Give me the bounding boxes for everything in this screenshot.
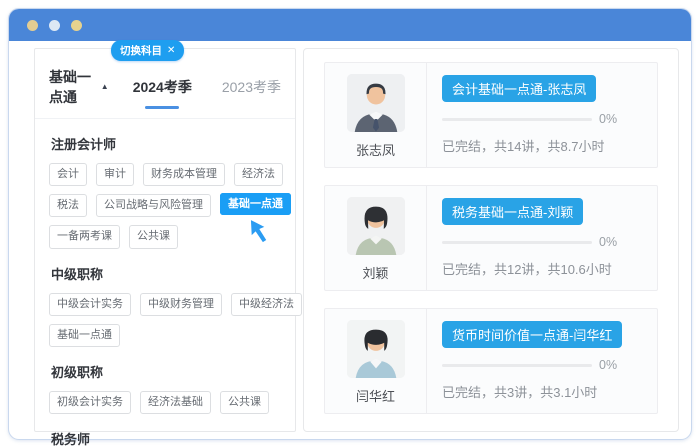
instructor-cell: 刘颖 xyxy=(325,186,427,290)
section-intermediate: 中级职称 中级会计实务 中级财务管理 中级经济法 基础一点通 xyxy=(35,264,295,347)
progress-percent: 0% xyxy=(599,358,617,372)
instructor-photo-male-suit-icon[interactable] xyxy=(347,74,405,132)
course-info: 货币时间价值一点通-闫华红 0% 已完结，共3讲，共3.1小时 xyxy=(427,309,657,413)
course-title-pill[interactable]: 货币时间价值一点通-闫华红 xyxy=(442,321,622,348)
course-title-pill[interactable]: 会计基础一点通-张志凤 xyxy=(442,75,596,102)
subject-tag[interactable]: 公共课 xyxy=(129,225,178,248)
window-titlebar xyxy=(9,9,691,41)
progress-bar xyxy=(442,241,592,244)
progress-percent: 0% xyxy=(599,112,617,126)
section-cpa: 注册会计师 会计 审计 财务成本管理 经济法 税法 公司战略与风险管理 基础一点… xyxy=(35,134,295,249)
instructor-photo-female-blue-icon[interactable] xyxy=(347,320,405,378)
course-info: 会计基础一点通-张志凤 0% 已完结，共14讲，共8.7小时 xyxy=(427,63,657,167)
subject-tag[interactable]: 一备两考课 xyxy=(49,225,120,248)
course-progress: 0% xyxy=(442,235,641,249)
tab-2024-season[interactable]: 2024考季 xyxy=(133,77,192,97)
tab-2023-season[interactable]: 2023考季 xyxy=(222,77,281,97)
chevron-up-icon: ▲ xyxy=(101,83,109,91)
browser-window: 切换科目 ✕ 基础一点通 ▲ 2024考季 2023考季 注册会计师 会计 审计… xyxy=(8,8,692,440)
subject-tag[interactable]: 基础一点通 xyxy=(49,324,120,347)
instructor-name: 张志凤 xyxy=(356,140,395,159)
switch-subject-badge[interactable]: 切换科目 ✕ xyxy=(111,40,184,61)
instructor-name: 刘颖 xyxy=(362,263,388,282)
switch-subject-label: 切换科目 xyxy=(120,43,162,58)
progress-bar xyxy=(442,118,592,121)
section-title: 注册会计师 xyxy=(51,134,281,153)
subject-filter-panel: 切换科目 ✕ 基础一点通 ▲ 2024考季 2023考季 注册会计师 会计 审计… xyxy=(34,48,296,432)
instructor-name: 闫华红 xyxy=(356,386,395,405)
progress-percent: 0% xyxy=(599,235,617,249)
course-row[interactable]: 刘颖 税务基础一点通-刘颖 0% 已完结，共12讲，共10.6小时 xyxy=(324,185,658,291)
subject-tag[interactable]: 财务成本管理 xyxy=(143,163,225,186)
subject-tag[interactable]: 中级会计实务 xyxy=(49,293,131,316)
section-title: 初级职称 xyxy=(51,362,281,381)
subject-tag-active[interactable]: 基础一点通 xyxy=(220,193,291,215)
course-list-panel: 张志凤 会计基础一点通-张志凤 0% 已完结，共14讲，共8.7小时 xyxy=(303,48,679,432)
section-tax-agent: 税务师 公共课 xyxy=(35,429,295,448)
section-junior: 初级职称 初级会计实务 经济法基础 公共课 xyxy=(35,362,295,414)
filter-panel-header: 切换科目 ✕ 基础一点通 ▲ 2024考季 2023考季 xyxy=(35,49,295,119)
course-title-pill[interactable]: 税务基础一点通-刘颖 xyxy=(442,198,583,225)
section-title: 税务师 xyxy=(51,429,281,448)
window-control-dot-2[interactable] xyxy=(49,20,60,31)
subject-tag[interactable]: 公共课 xyxy=(220,391,269,414)
subject-tag[interactable]: 中级财务管理 xyxy=(140,293,222,316)
screen: 切换科目 ✕ 基础一点通 ▲ 2024考季 2023考季 注册会计师 会计 审计… xyxy=(0,0,700,448)
instructor-cell: 张志凤 xyxy=(325,63,427,167)
window-control-dot-3[interactable] xyxy=(71,20,82,31)
subject-tag[interactable]: 公司战略与风险管理 xyxy=(96,194,211,217)
course-progress: 0% xyxy=(442,112,641,126)
course-info: 税务基础一点通-刘颖 0% 已完结，共12讲，共10.6小时 xyxy=(427,186,657,290)
instructor-cell: 闫华红 xyxy=(325,309,427,413)
course-meta: 已完结，共14讲，共8.7小时 xyxy=(442,136,641,155)
section-title: 中级职称 xyxy=(51,264,281,283)
subject-tag[interactable]: 初级会计实务 xyxy=(49,391,131,414)
cursor-arrow-icon xyxy=(246,218,270,249)
subject-tag[interactable]: 中级经济法 xyxy=(231,293,302,316)
progress-bar xyxy=(442,364,592,367)
course-progress: 0% xyxy=(442,358,641,372)
window-control-dot-1[interactable] xyxy=(27,20,38,31)
instructor-photo-female-green-icon[interactable] xyxy=(347,197,405,255)
course-row[interactable]: 张志凤 会计基础一点通-张志凤 0% 已完结，共14讲，共8.7小时 xyxy=(324,62,658,168)
course-meta: 已完结，共12讲，共10.6小时 xyxy=(442,259,641,278)
subject-tag[interactable]: 税法 xyxy=(49,194,87,217)
course-row[interactable]: 闫华红 货币时间价值一点通-闫华红 0% 已完结，共3讲，共3.1小时 xyxy=(324,308,658,414)
course-meta: 已完结，共3讲，共3.1小时 xyxy=(442,382,641,401)
badge-close-icon[interactable]: ✕ xyxy=(167,45,175,56)
subject-tag[interactable]: 会计 xyxy=(49,163,87,186)
selector-label: 基础一点通 xyxy=(49,67,97,107)
course-type-selector[interactable]: 基础一点通 ▲ xyxy=(49,67,109,107)
subject-tag[interactable]: 经济法 xyxy=(234,163,283,186)
active-subject-tag-wrap: 基础一点通 xyxy=(220,194,291,217)
subject-tag[interactable]: 审计 xyxy=(96,163,134,186)
subject-tag[interactable]: 经济法基础 xyxy=(140,391,211,414)
